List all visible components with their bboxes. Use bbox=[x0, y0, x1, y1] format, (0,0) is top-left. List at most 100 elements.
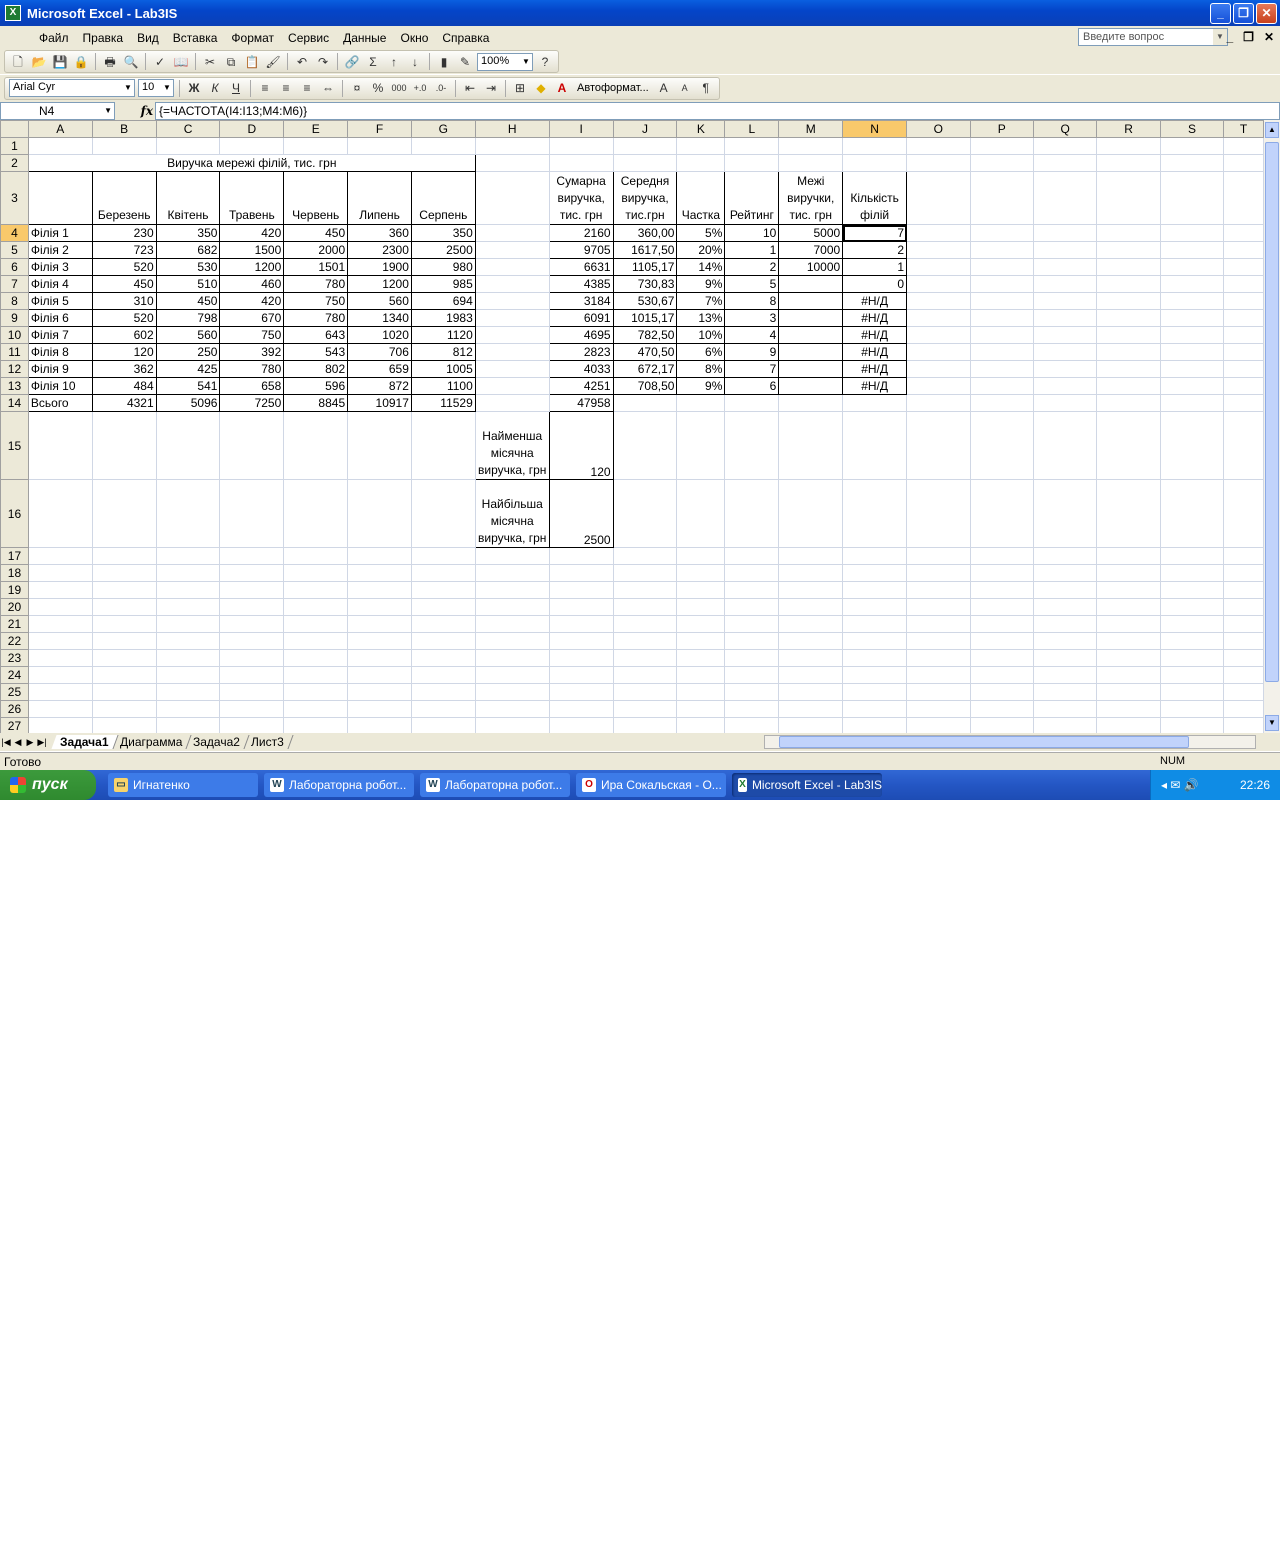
cell[interactable] bbox=[906, 309, 971, 327]
cell[interactable] bbox=[1096, 683, 1161, 701]
cell[interactable] bbox=[91, 717, 157, 733]
cell[interactable] bbox=[842, 564, 908, 582]
cell[interactable] bbox=[1159, 564, 1225, 582]
cell-header-month[interactable]: Травень bbox=[219, 171, 285, 225]
cell[interactable] bbox=[1096, 564, 1161, 582]
cell-month-value[interactable]: 723 bbox=[91, 241, 157, 259]
cell[interactable] bbox=[1032, 309, 1098, 327]
cell[interactable] bbox=[1032, 581, 1098, 599]
column-header[interactable]: F bbox=[347, 120, 412, 138]
cell[interactable] bbox=[474, 292, 550, 310]
cell[interactable] bbox=[548, 666, 614, 684]
row-header[interactable]: 20 bbox=[0, 598, 29, 616]
cell[interactable] bbox=[91, 547, 157, 565]
cell-rank[interactable]: 1 bbox=[724, 241, 780, 259]
cell-total-value[interactable]: 10917 bbox=[347, 394, 412, 412]
cell-month-value[interactable]: 510 bbox=[155, 275, 221, 293]
cell[interactable] bbox=[1032, 700, 1098, 718]
cell[interactable] bbox=[778, 581, 844, 599]
cell[interactable] bbox=[155, 683, 221, 701]
cell[interactable] bbox=[474, 343, 550, 361]
cell[interactable] bbox=[410, 717, 476, 733]
cell-share[interactable]: 14% bbox=[676, 258, 726, 276]
cell[interactable] bbox=[612, 154, 678, 172]
cell[interactable] bbox=[410, 581, 476, 599]
insert-function-icon[interactable]: fx bbox=[115, 104, 155, 118]
workbook-minimize-button[interactable]: _ bbox=[1226, 30, 1233, 44]
cell[interactable] bbox=[1032, 666, 1098, 684]
cell[interactable] bbox=[474, 683, 550, 701]
cell[interactable] bbox=[778, 700, 844, 718]
cell[interactable] bbox=[676, 717, 726, 733]
workbook-close-button[interactable]: ✕ bbox=[1264, 30, 1274, 44]
cell[interactable] bbox=[1223, 394, 1264, 412]
sort-descending-icon[interactable]: ↓ bbox=[406, 53, 424, 71]
start-button[interactable]: пуск bbox=[0, 770, 96, 800]
cell[interactable] bbox=[778, 411, 844, 480]
cell-month-value[interactable]: 694 bbox=[410, 292, 476, 310]
cell[interactable] bbox=[906, 581, 971, 599]
cell[interactable] bbox=[778, 598, 844, 616]
cell[interactable] bbox=[27, 683, 93, 701]
excel-app-icon[interactable]: X bbox=[5, 5, 21, 21]
cell[interactable] bbox=[1159, 309, 1225, 327]
cell-count[interactable]: #Н/Д bbox=[842, 343, 908, 361]
cell[interactable] bbox=[347, 137, 412, 155]
cell-count[interactable]: #Н/Д bbox=[842, 360, 908, 378]
cell-month-value[interactable]: 420 bbox=[219, 224, 285, 242]
cell[interactable] bbox=[219, 700, 285, 718]
cell-sum[interactable]: 6091 bbox=[548, 309, 614, 327]
cell-branch-name[interactable]: Філія 6 bbox=[27, 309, 93, 327]
cell[interactable] bbox=[283, 717, 349, 733]
cell[interactable] bbox=[1096, 666, 1161, 684]
cell[interactable] bbox=[969, 377, 1034, 395]
cell-month-value[interactable]: 362 bbox=[91, 360, 157, 378]
cell[interactable] bbox=[724, 547, 780, 565]
cell[interactable] bbox=[969, 547, 1034, 565]
cell[interactable] bbox=[612, 394, 678, 412]
cell-branch-name[interactable]: Філія 1 bbox=[27, 224, 93, 242]
cell-month-value[interactable]: 484 bbox=[91, 377, 157, 395]
cell[interactable] bbox=[1159, 547, 1225, 565]
cell[interactable] bbox=[676, 700, 726, 718]
cell[interactable] bbox=[474, 615, 550, 633]
cell[interactable] bbox=[1223, 309, 1264, 327]
cell-month-value[interactable]: 1005 bbox=[410, 360, 476, 378]
column-header[interactable]: D bbox=[219, 120, 285, 138]
sheet-tab-task1[interactable]: Задача1 bbox=[51, 735, 119, 749]
cell[interactable] bbox=[283, 615, 349, 633]
cell[interactable] bbox=[612, 717, 678, 733]
cell[interactable] bbox=[906, 154, 971, 172]
cell[interactable] bbox=[969, 171, 1034, 225]
cell[interactable] bbox=[1032, 615, 1098, 633]
cell[interactable] bbox=[219, 547, 285, 565]
cell-sum[interactable]: 4385 bbox=[548, 275, 614, 293]
redo-icon[interactable]: ↷ bbox=[314, 53, 332, 71]
cell[interactable] bbox=[1159, 717, 1225, 733]
menu-tools[interactable]: Сервис bbox=[281, 31, 336, 45]
cell[interactable] bbox=[612, 137, 678, 155]
cell-month-value[interactable]: 780 bbox=[219, 360, 285, 378]
cell[interactable] bbox=[842, 137, 908, 155]
cell[interactable] bbox=[676, 615, 726, 633]
cell[interactable] bbox=[474, 598, 550, 616]
cell[interactable] bbox=[969, 683, 1034, 701]
cell[interactable] bbox=[906, 615, 971, 633]
cell-month-value[interactable]: 425 bbox=[155, 360, 221, 378]
row-header[interactable]: 22 bbox=[0, 632, 29, 650]
cell[interactable] bbox=[1096, 547, 1161, 565]
cell[interactable] bbox=[842, 411, 908, 480]
menu-file[interactable]: Файл bbox=[32, 31, 76, 45]
cell[interactable] bbox=[969, 632, 1034, 650]
print-icon[interactable]: 🖶 bbox=[101, 53, 119, 71]
row-header[interactable]: 18 bbox=[0, 564, 29, 582]
cell[interactable] bbox=[410, 666, 476, 684]
task-folder[interactable]: ▭ Игнатенко bbox=[108, 773, 258, 797]
column-header[interactable]: L bbox=[724, 120, 780, 138]
cell[interactable] bbox=[1032, 258, 1098, 276]
column-header[interactable]: I bbox=[548, 120, 614, 138]
cell[interactable] bbox=[474, 717, 550, 733]
cell[interactable] bbox=[612, 479, 678, 548]
help-question-input[interactable]: Введите вопрос ▼ bbox=[1078, 28, 1228, 46]
cell-sum[interactable]: 4695 bbox=[548, 326, 614, 344]
